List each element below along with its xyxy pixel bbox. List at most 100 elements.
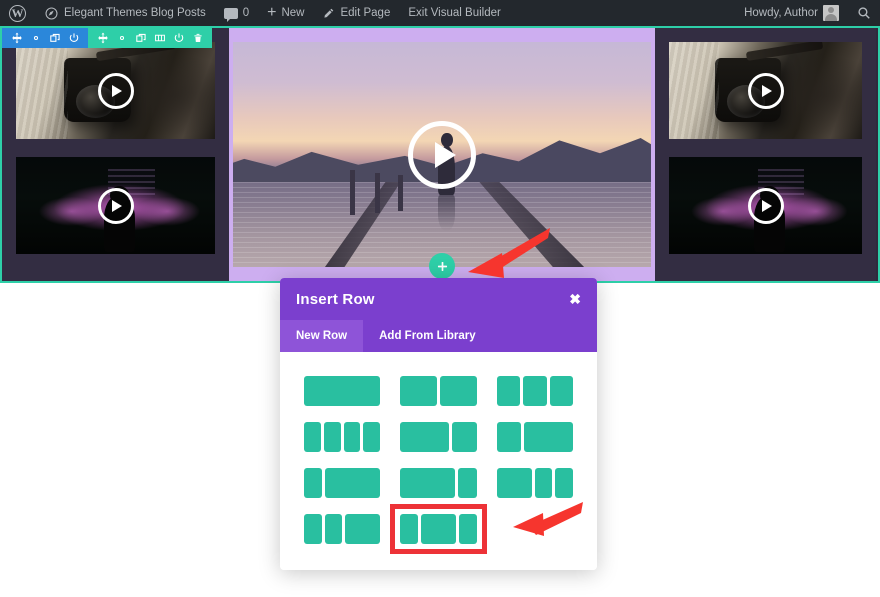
tab-add-from-library[interactable]: Add From Library <box>363 320 491 352</box>
builder-column-right[interactable] <box>655 28 876 281</box>
camera-stripes <box>669 42 719 139</box>
builder-toolbars <box>2 28 212 48</box>
play-icon[interactable] <box>98 73 134 109</box>
modal-header: Insert Row ✖ <box>280 278 597 320</box>
section-toolbar <box>2 28 88 48</box>
dock-post <box>375 173 380 214</box>
layout-column <box>304 376 380 406</box>
layout-column <box>535 468 553 498</box>
layout-1-4-1-4-1-4-1-4[interactable] <box>304 422 380 452</box>
admin-bar-site-name[interactable]: Elegant Themes Blog Posts <box>35 0 215 26</box>
move-handle-icon[interactable] <box>93 28 112 48</box>
layout-column <box>452 422 476 452</box>
video-module-camera-right[interactable] <box>669 42 862 139</box>
layout-1-3-2-3[interactable] <box>497 422 573 452</box>
modal-tabs: New Row Add From Library <box>280 320 597 352</box>
video-module-concert-right[interactable] <box>669 157 862 254</box>
admin-bar-edit-page[interactable]: Edit Page <box>313 0 399 26</box>
tab-new-row[interactable]: New Row <box>280 320 363 352</box>
layout-column <box>440 376 477 406</box>
layout-preview <box>400 376 476 406</box>
admin-bar-howdy[interactable]: Howdy, Author <box>735 0 848 26</box>
screen: W Elegant Themes Blog Posts 0 + New <box>0 0 880 597</box>
layout-preview <box>497 376 573 406</box>
trash-icon[interactable] <box>188 28 207 48</box>
layout-1-2-1-2[interactable] <box>400 376 476 406</box>
figure-reflection <box>438 195 456 231</box>
dock-post <box>398 175 403 211</box>
layout-column <box>421 514 456 544</box>
admin-bar-new[interactable]: + New <box>258 0 313 26</box>
video-module-concert-left[interactable] <box>16 157 215 254</box>
layout-column <box>304 468 322 498</box>
layout-column <box>497 468 532 498</box>
disable-icon[interactable] <box>169 28 188 48</box>
exit-vb-label: Exit Visual Builder <box>408 7 500 19</box>
howdy-label: Howdy, Author <box>744 7 818 19</box>
move-handle-icon[interactable] <box>7 28 26 48</box>
layout-1-3-1-3-1-3[interactable] <box>497 376 573 406</box>
search-icon <box>857 6 871 20</box>
layout-preview <box>304 468 380 498</box>
tab-add-from-library-label: Add From Library <box>379 330 475 342</box>
site-name-label: Elegant Themes Blog Posts <box>64 7 206 19</box>
layout-column <box>324 422 341 452</box>
layout-column <box>325 468 380 498</box>
layout-column <box>458 468 476 498</box>
layout-column <box>344 422 361 452</box>
play-icon[interactable] <box>748 188 784 224</box>
close-icon[interactable]: ✖ <box>569 292 581 306</box>
layout-column <box>459 514 477 544</box>
disable-icon[interactable] <box>64 28 83 48</box>
settings-gear-icon[interactable] <box>112 28 131 48</box>
play-icon[interactable] <box>408 121 476 189</box>
edit-page-label: Edit Page <box>340 7 390 19</box>
layout-preview <box>400 468 476 498</box>
layout-column <box>304 422 321 452</box>
layout-column <box>345 514 380 544</box>
builder-column-left[interactable] <box>2 28 229 281</box>
layout-column <box>523 376 546 406</box>
dock-post <box>350 170 355 215</box>
layout-1-2-1-4-1-4[interactable] <box>497 468 573 498</box>
layout-2-3-1-3[interactable] <box>400 422 476 452</box>
layout-1-4-3-4[interactable] <box>304 468 380 498</box>
wp-admin-bar: W Elegant Themes Blog Posts 0 + New <box>0 0 880 26</box>
duplicate-icon[interactable] <box>131 28 150 48</box>
layout-column <box>363 422 380 452</box>
layout-preview <box>400 422 476 452</box>
admin-bar-search[interactable] <box>848 0 880 26</box>
layout-column <box>555 468 573 498</box>
comment-bubble-icon <box>224 8 238 19</box>
columns-icon[interactable] <box>150 28 169 48</box>
layout-column <box>400 468 455 498</box>
admin-bar-left-group: W Elegant Themes Blog Posts 0 + New <box>0 0 510 26</box>
layout-column <box>497 422 521 452</box>
layout-1-4-1-2-1-4[interactable] <box>400 514 476 544</box>
comment-count: 0 <box>243 7 249 19</box>
new-label: New <box>281 7 304 19</box>
layout-1-4-1-4-1-2[interactable] <box>304 514 380 544</box>
wordpress-icon: W <box>9 5 26 22</box>
layout-preview <box>304 376 380 406</box>
admin-bar-exit-visual-builder[interactable]: Exit Visual Builder <box>399 0 509 26</box>
layout-column <box>400 422 449 452</box>
tab-new-row-label: New Row <box>296 330 347 342</box>
admin-bar-wp-logo[interactable]: W <box>0 0 35 26</box>
settings-gear-icon[interactable] <box>26 28 45 48</box>
pencil-icon <box>322 7 335 20</box>
play-icon[interactable] <box>98 188 134 224</box>
camera-stripes <box>16 42 68 139</box>
video-module-camera-left[interactable] <box>16 42 215 139</box>
avatar-icon <box>823 5 839 21</box>
modal-title: Insert Row <box>296 291 375 308</box>
duplicate-icon[interactable] <box>45 28 64 48</box>
layout-3-4-1-4[interactable] <box>400 468 476 498</box>
play-icon[interactable] <box>748 73 784 109</box>
layout-column <box>325 514 343 544</box>
layout-column <box>400 376 437 406</box>
layout-column <box>550 376 573 406</box>
admin-bar-comments[interactable]: 0 <box>215 0 258 26</box>
arrow-to-selected-layout <box>497 500 583 542</box>
layout-1-col[interactable] <box>304 376 380 406</box>
